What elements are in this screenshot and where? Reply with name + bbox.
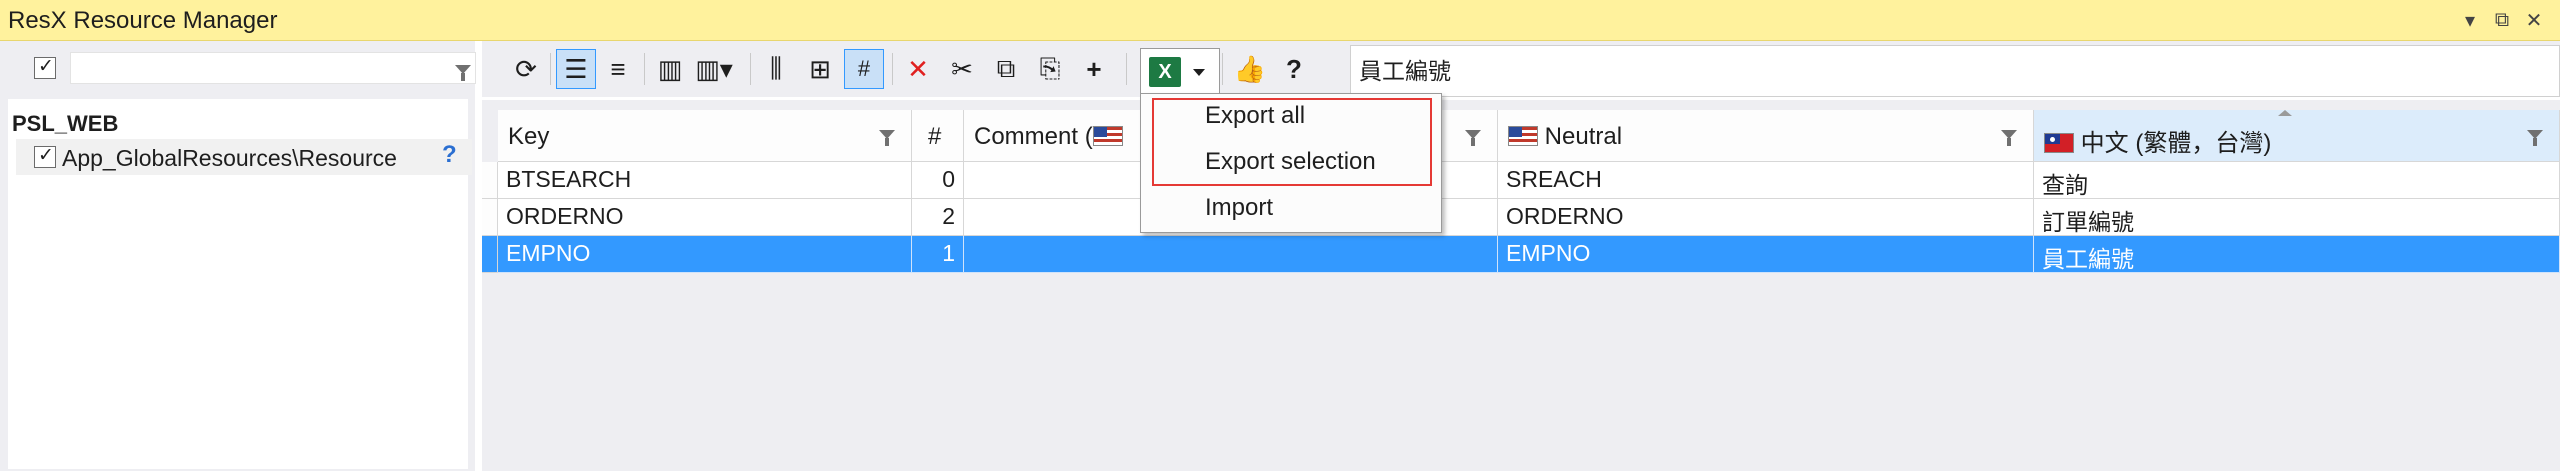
cell-number[interactable]: 1 [912,236,964,273]
us-flag-icon [1508,126,1538,146]
column-header-key[interactable]: Key [498,110,912,162]
column-header-chinese-traditional[interactable]: 中文 (繁體，台灣) [2034,110,2560,162]
cell-key[interactable]: EMPNO [498,236,912,273]
align-justify-icon[interactable]: ☰ [556,49,596,89]
toolbar-separator [892,53,893,85]
column-header-label: Comment ( [974,123,1123,151]
table-row[interactable]: ORDERNO 2 ORDERNO 訂單編號 [498,199,2560,236]
table-row-selected[interactable]: EMPNO 1 EMPNO 員工編號 [498,236,2560,273]
columns-icon[interactable]: ▥ [650,49,690,89]
filter-icon[interactable] [2527,130,2543,146]
cell-key[interactable]: ORDERNO [498,199,912,236]
toolbar-separator [1222,53,1223,85]
project-filter-input[interactable] [70,52,476,84]
refresh-icon[interactable]: ⟳ [506,49,546,89]
columns-dropdown-icon[interactable]: ▥▾ [694,49,734,89]
add-icon[interactable]: + [1074,49,1114,89]
dropdown-arrow-icon[interactable]: ▾ [2456,6,2484,34]
taiwan-flag-icon [2044,133,2074,153]
select-all-checkbox[interactable] [34,55,56,79]
chevron-down-icon [1193,69,1205,76]
left-panel: PSL_WEB App_GlobalResources\Resource ? [0,41,476,471]
excel-export-button[interactable]: X [1140,48,1220,94]
search-input[interactable]: 員工編號 [1350,45,2560,97]
copy-icon[interactable]: ⧉ [986,49,1026,89]
filter-icon[interactable] [1465,130,1481,146]
excel-icon: X [1149,57,1181,87]
column-header-label: # [928,123,942,150]
sort-ascending-icon [2278,110,2292,116]
like-icon[interactable]: 👍 [1230,49,1270,89]
cell-chinese[interactable]: 員工編號 [2034,236,2560,273]
column-header-neutral[interactable]: Neutral [1498,110,2034,162]
cell-chinese[interactable]: 訂單編號 [2034,199,2560,236]
cut-icon[interactable]: ✂ [942,49,982,89]
title-bar: ResX Resource Manager ▾ ⧉ ✕ [0,0,2560,41]
row-header[interactable] [482,199,498,236]
row-header[interactable] [482,236,498,273]
cell-number[interactable]: 2 [912,199,964,236]
filter-icon[interactable] [879,130,895,146]
align-center-icon[interactable]: ≡ [598,49,638,89]
menu-item-import[interactable]: Import [1205,194,1273,222]
resource-checkbox[interactable] [34,144,56,168]
toolbar-separator [750,53,751,85]
cell-neutral[interactable]: ORDERNO [1498,199,2034,236]
excel-dropdown-menu: Export all Export selection Import [1140,93,1442,233]
cell-neutral[interactable]: SREACH [1498,162,2034,199]
tree-item-label: App_GlobalResources\Resource [62,145,397,171]
window-title: ResX Resource Manager [8,7,278,34]
restore-window-icon[interactable]: ⧉ [2488,6,2516,34]
hash-icon[interactable]: # [844,49,884,89]
tree-item-resource[interactable]: App_GlobalResources\Resource ? [16,139,472,175]
close-icon[interactable]: ✕ [2520,6,2548,34]
cell-key[interactable]: BTSEARCH [498,162,912,199]
project-tree: PSL_WEB App_GlobalResources\Resource ? [8,99,472,469]
add-column-icon[interactable]: ⫼ [756,49,796,89]
search-value: 員工編號 [1359,58,1451,84]
hierarchy-icon[interactable]: ⊞ [800,49,840,89]
menu-item-export-all[interactable]: Export all [1205,102,1305,130]
delete-icon[interactable]: ✕ [898,49,938,89]
toolbar-separator [644,53,645,85]
paste-icon[interactable]: ⎘ [1030,49,1070,89]
help-icon[interactable]: ? [1274,49,1314,89]
project-filter-bar [0,41,476,96]
resource-grid: Key # Comment ( Neutral 中文 (繁體，台灣) BTSEA… [482,100,2560,471]
toolbar-separator [1126,53,1127,85]
cell-chinese[interactable]: 查詢 [2034,162,2560,199]
filter-icon[interactable] [455,65,471,81]
filter-icon[interactable] [2001,130,2017,146]
cell-number[interactable]: 0 [912,162,964,199]
column-header-number[interactable]: # [912,110,964,162]
cell-neutral[interactable]: EMPNO [1498,236,2034,273]
column-header-label: Key [508,123,550,150]
project-name: PSL_WEB [12,111,119,136]
row-header[interactable] [482,162,498,199]
column-header-label: 中文 (繁體，台灣) [2044,123,2271,158]
table-row[interactable]: BTSEARCH 0 SREACH 查詢 [498,162,2560,199]
column-header-label: Neutral [1508,123,1622,151]
us-flag-icon [1092,126,1123,146]
menu-item-export-selection[interactable]: Export selection [1205,148,1376,176]
toolbar-separator [550,53,551,85]
cell-comment[interactable] [964,236,1498,273]
help-icon[interactable]: ? [442,141,457,169]
